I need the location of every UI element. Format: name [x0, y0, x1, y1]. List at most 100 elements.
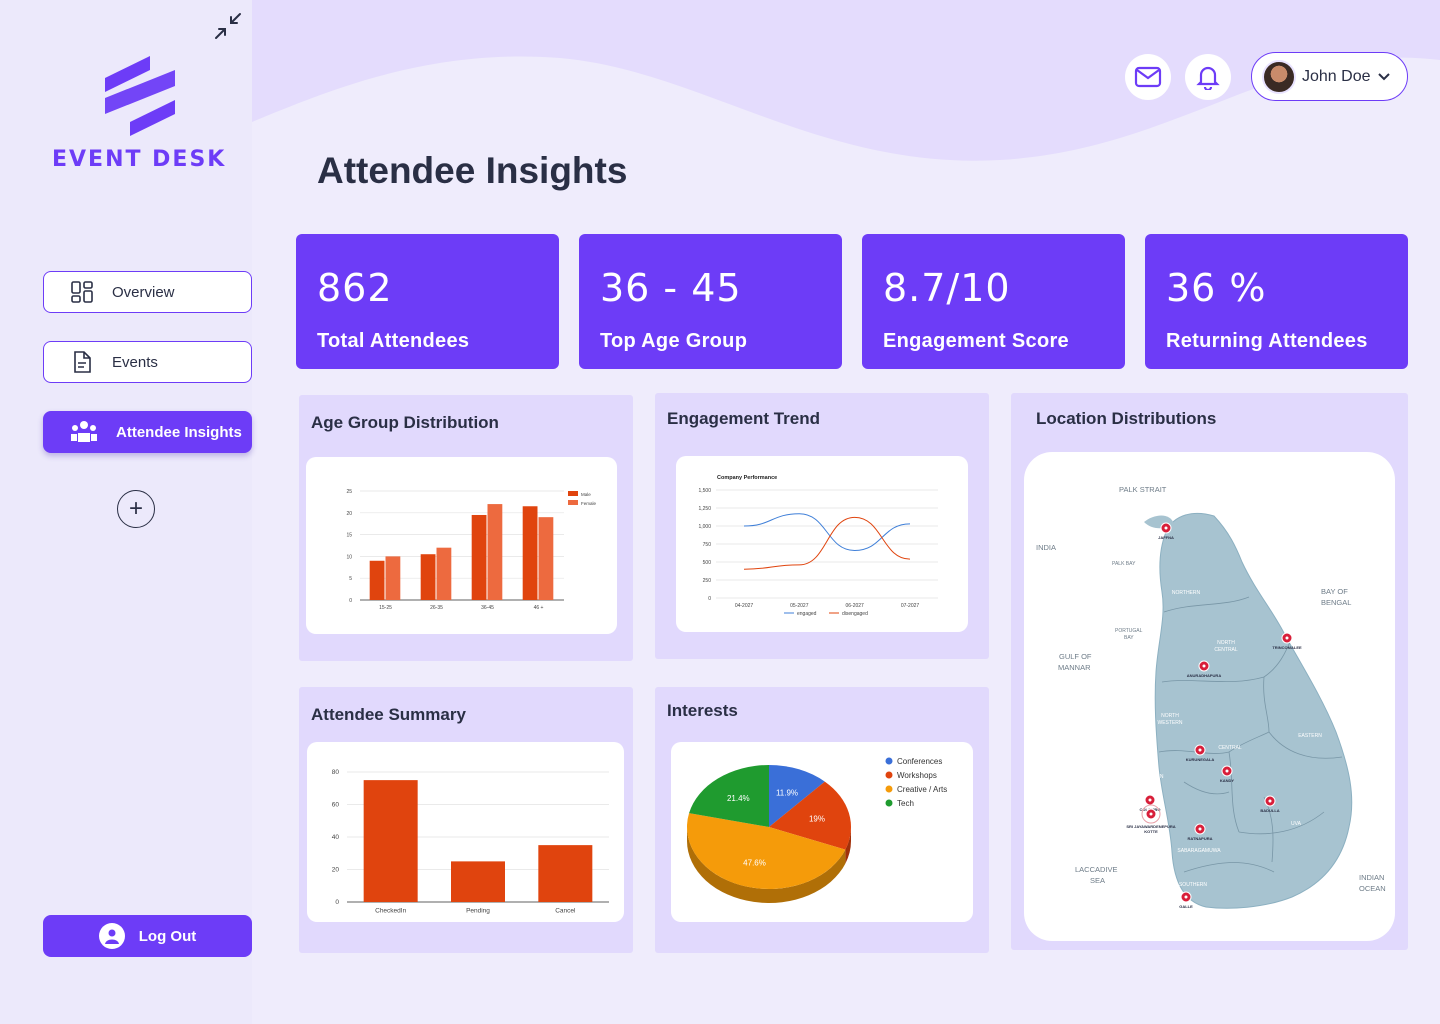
map-marker-dot — [1285, 636, 1289, 640]
notification-button[interactable] — [1185, 53, 1231, 100]
y-tick-label: 750 — [703, 542, 712, 548]
map-label: OCEAN — [1359, 884, 1386, 893]
map-region-label: UVA — [1291, 821, 1302, 827]
map-region-label: SABARAGAMUWA — [1177, 848, 1221, 854]
document-icon — [74, 351, 91, 373]
legend-label: Tech — [897, 799, 914, 808]
map-label: LACCADIVE — [1075, 865, 1118, 874]
bar — [420, 554, 436, 600]
series-line — [743, 516, 911, 570]
page-title: Attendee Insights — [317, 150, 628, 191]
x-tick-label: Cancel — [555, 908, 576, 915]
y-tick-label: 0 — [349, 598, 352, 604]
map-marker-dot — [1149, 812, 1153, 816]
legend-swatch — [568, 491, 578, 496]
map-city-label: BADULLA — [1260, 808, 1279, 813]
bar — [369, 560, 385, 600]
logout-label: Log Out — [138, 927, 197, 945]
map-label: BAY — [1124, 635, 1134, 641]
user-name: John Doe — [1302, 67, 1371, 85]
user-menu[interactable]: John Doe — [1251, 52, 1408, 101]
users-icon — [71, 421, 97, 442]
map-marker-dot — [1198, 748, 1202, 752]
attendee-summary-panel: Attendee Summary 0 20 40 60 80 CheckedIn Pendi… — [299, 687, 633, 953]
map-label: INDIA — [1036, 543, 1056, 552]
add-button[interactable]: + — [117, 490, 155, 528]
panel-title: Location Distributions — [1036, 409, 1217, 428]
map-city-label: KOTTE — [1144, 829, 1158, 834]
x-tick-label: CheckedIn — [375, 908, 406, 915]
age-chart-card: 0 5 10 15 20 25 15-25 26-35 36-45 46 + Male Female — [306, 457, 617, 634]
sidebar-item-attendee-insights[interactable]: Attendee Insights — [43, 411, 252, 453]
stat-label: Returning Attendees — [1166, 330, 1368, 352]
map-region-label: CENTRAL — [1218, 745, 1242, 751]
bar — [538, 845, 593, 902]
x-tick-label: 07-2027 — [901, 603, 920, 609]
interests-pie-chart: 11.9% 19% 47.6% 21.4% Conferences Workshops Cr… — [687, 757, 947, 903]
sidebar-item-label: Overview — [112, 283, 175, 301]
grid-icon — [71, 281, 93, 303]
y-tick-label: 20 — [332, 867, 340, 874]
collapse-icon[interactable] — [213, 11, 243, 41]
interests-chart-card: 11.9% 19% 47.6% 21.4% Conferences Workshops Cr… — [671, 742, 973, 922]
x-tick-label: 04-2027 — [735, 603, 754, 609]
stat-value: 36 - 45 — [600, 266, 742, 310]
logout-button[interactable]: Log Out — [43, 915, 252, 957]
map-region-label: WESTERN — [1139, 774, 1164, 780]
y-tick-label: 60 — [332, 802, 340, 809]
map-city-label: ANURADHAPURA — [1187, 673, 1222, 678]
map-label: BENGAL — [1321, 598, 1351, 607]
panel-title: Attendee Summary — [311, 705, 466, 724]
sidebar-item-events[interactable]: Events — [43, 341, 252, 383]
bar — [385, 556, 401, 600]
location-map-card: PALK STRAIT INDIA PALK BAY BAY OF BENGAL… — [1024, 452, 1395, 941]
map-label: SEA — [1090, 876, 1105, 885]
y-tick-label: 40 — [332, 834, 340, 841]
y-tick-label: 250 — [703, 578, 712, 584]
map-marker-dot — [1164, 526, 1168, 530]
y-tick-label: 1,250 — [698, 506, 711, 512]
y-tick-label: 10 — [346, 554, 352, 560]
legend-label: Female — [581, 501, 597, 506]
engagement-line-chart: Company Performance 0 250 500 750 1,000 1,250 1… — [698, 475, 938, 617]
stat-label: Engagement Score — [883, 330, 1069, 352]
bar — [451, 861, 505, 902]
y-tick-label: 0 — [335, 899, 339, 906]
x-tick-label: 05-2027 — [790, 603, 809, 609]
map-region-label: NORTH — [1217, 640, 1235, 646]
map-label: PALK STRAIT — [1119, 485, 1167, 494]
series-line — [743, 513, 911, 551]
map-city-label: KURUNEGALA — [1186, 757, 1215, 762]
map-city-label: GALLE — [1179, 904, 1193, 909]
legend-swatch — [568, 500, 578, 505]
sidebar-item-label: Attendee Insights — [116, 423, 242, 441]
engagement-panel: Engagement Trend Company Performance 0 250… — [655, 393, 989, 659]
header-actions: John Doe — [1125, 52, 1408, 101]
bar — [487, 504, 503, 600]
stat-value: 862 — [317, 266, 393, 310]
stat-value: 8.7/10 — [883, 266, 1011, 310]
sri-lanka-map[interactable]: PALK STRAIT INDIA PALK BAY BAY OF BENGAL… — [1024, 452, 1395, 941]
mail-button[interactable] — [1125, 53, 1171, 100]
legend-swatch — [885, 799, 893, 807]
map-city-label: JAFFNA — [1158, 535, 1174, 540]
pie-data-label: 19% — [809, 815, 825, 824]
bar — [522, 506, 538, 600]
sidebar-item-overview[interactable]: Overview — [43, 271, 252, 313]
map-region-label: EASTERN — [1298, 733, 1322, 739]
y-tick-label: 20 — [346, 511, 352, 517]
stat-label: Top Age Group — [600, 330, 748, 352]
brand-logo: EVENT DESK — [50, 56, 230, 172]
y-tick-label: 1,500 — [698, 488, 711, 494]
legend-label: Workshops — [897, 771, 937, 780]
map-label: MANNAR — [1058, 663, 1091, 672]
bar — [363, 780, 418, 902]
stat-card-top-age-group: 36 - 45 Top Age Group — [579, 234, 842, 369]
bar — [471, 514, 487, 600]
attendee-summary-bar-chart: 0 20 40 60 80 CheckedIn Pending Cancel — [332, 769, 609, 915]
sidebar-item-label: Events — [112, 353, 158, 371]
chevron-down-icon — [1377, 72, 1390, 80]
stat-value: 36 % — [1166, 266, 1267, 310]
y-tick-label: 500 — [703, 560, 712, 566]
map-marker-dot — [1184, 895, 1188, 899]
